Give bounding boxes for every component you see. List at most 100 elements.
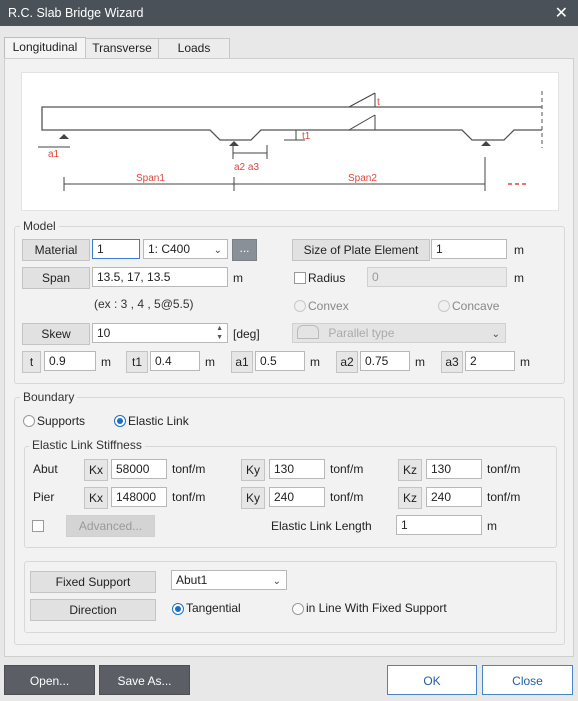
concave-label: Concave [452, 299, 500, 313]
t-dim-label: t [377, 97, 380, 108]
elastic-link-radio[interactable] [114, 415, 126, 427]
abut-kx-input[interactable]: 58000 [111, 459, 167, 479]
parallel-type-select[interactable]: Parallel type ⌄ [292, 323, 506, 343]
boundary-group-title: Boundary [20, 390, 78, 404]
param-a3-unit: m [520, 355, 530, 369]
spinner-icon[interactable]: ▲ ▼ [216, 324, 223, 342]
chevron-down-icon: ⌄ [491, 329, 500, 340]
param-a3-label: a3 [441, 351, 463, 373]
a1-dim-label: a1 [48, 149, 60, 160]
param-a2-label: a2 [336, 351, 358, 373]
pier-kz-label: Kz [398, 487, 422, 509]
radius-input[interactable]: 0 [367, 267, 507, 287]
pier-ky-label: Ky [241, 487, 265, 509]
radius-label: Radius [308, 271, 346, 285]
abut-label: Abut [33, 462, 58, 476]
open-button[interactable]: Open... [4, 665, 95, 695]
pier-ky-input[interactable]: 240 [269, 487, 325, 507]
param-t1-label: t1 [126, 351, 148, 373]
abut-kx-label: Kx [84, 459, 108, 481]
title-bar: R.C. Slab Bridge Wizard ✕ [0, 0, 578, 26]
pier-kx-unit: tonf/m [172, 490, 206, 504]
concave-radio[interactable] [438, 300, 450, 312]
plate-size-unit: m [514, 243, 524, 257]
t1-dim-label: t1 [302, 131, 311, 142]
pier-label: Pier [33, 490, 55, 504]
span-hint: (ex : 3 , 4 , 5@5.5) [94, 297, 194, 311]
close-button[interactable]: Close [482, 665, 573, 695]
fixed-support-button[interactable]: Fixed Support [30, 571, 156, 593]
param-a1-unit: m [310, 355, 320, 369]
tab-loads[interactable]: Loads [158, 38, 230, 58]
tab-transverse[interactable]: Transverse [85, 38, 159, 58]
span-unit: m [233, 271, 243, 285]
bridge-diagram: t t1 a1 a2 a3 Span1 Span2 [21, 72, 559, 211]
link-length-label: Elastic Link Length [271, 519, 372, 533]
param-t1-unit: m [205, 355, 215, 369]
abut-kx-unit: tonf/m [172, 462, 206, 476]
span-button[interactable]: Span [22, 267, 90, 289]
elastic-link-label: Elastic Link [128, 414, 189, 428]
ok-button[interactable]: OK [387, 665, 477, 695]
param-t-unit: m [101, 355, 111, 369]
supports-label: Supports [37, 414, 86, 428]
material-id-input[interactable]: 1 [92, 239, 140, 259]
link-length-input[interactable]: 1 [396, 515, 482, 535]
skew-unit: [deg] [233, 327, 260, 341]
chevron-down-icon: ⌄ [213, 245, 222, 256]
plate-size-input[interactable]: 1 [431, 239, 507, 259]
model-group-title: Model [20, 219, 59, 233]
skew-value: 10 [97, 326, 111, 340]
span2-label: Span2 [348, 173, 377, 184]
pier-kz-unit: tonf/m [487, 490, 521, 504]
span-input[interactable]: 13.5, 17, 13.5 [92, 267, 228, 287]
abut-kz-unit: tonf/m [487, 462, 521, 476]
in-line-radio[interactable] [292, 603, 304, 615]
in-line-label: in Line With Fixed Support [306, 601, 447, 615]
fixed-support-value: Abut1 [176, 573, 208, 587]
abut-kz-input[interactable]: 130 [426, 459, 482, 479]
pier-kx-label: Kx [84, 487, 108, 509]
link-length-unit: m [487, 519, 497, 533]
pier-kx-input[interactable]: 148000 [111, 487, 167, 507]
tangential-label: Tangential [186, 601, 241, 615]
radius-unit: m [514, 271, 524, 285]
direction-button[interactable]: Direction [30, 599, 156, 621]
convex-radio[interactable] [294, 300, 306, 312]
skew-button[interactable]: Skew [22, 323, 90, 345]
advanced-checkbox[interactable] [32, 520, 44, 532]
plate-size-button[interactable]: Size of Plate Element [292, 239, 430, 261]
param-t-input[interactable]: 0.9 [44, 351, 96, 371]
param-a3-input[interactable]: 2 [465, 351, 515, 371]
tab-longitudinal[interactable]: Longitudinal [4, 37, 86, 59]
parallel-type-icon [297, 325, 319, 339]
material-button[interactable]: Material [22, 239, 90, 261]
radius-checkbox[interactable] [294, 272, 306, 284]
chevron-down-icon: ⌄ [272, 576, 281, 587]
save-as-button[interactable]: Save As... [99, 665, 190, 695]
advanced-button[interactable]: Advanced... [66, 515, 155, 537]
param-t-label: t [22, 351, 41, 373]
material-select[interactable]: 1: C400 ⌄ [143, 239, 228, 259]
pier-ky-unit: tonf/m [330, 490, 364, 504]
window-title: R.C. Slab Bridge Wizard [8, 6, 144, 20]
pier-kz-input[interactable]: 240 [426, 487, 482, 507]
skew-input[interactable]: 10 ▲ ▼ [92, 323, 228, 343]
supports-radio[interactable] [23, 415, 35, 427]
abut-ky-unit: tonf/m [330, 462, 364, 476]
tangential-radio[interactable] [172, 603, 184, 615]
param-a1-input[interactable]: 0.5 [255, 351, 305, 371]
a2a3-dim-label: a2 a3 [234, 162, 259, 173]
material-more-button[interactable]: ... [232, 239, 257, 261]
fixed-support-select[interactable]: Abut1 ⌄ [171, 570, 287, 590]
abut-kz-label: Kz [398, 459, 422, 481]
span1-label: Span1 [136, 173, 165, 184]
param-a2-input[interactable]: 0.75 [360, 351, 410, 371]
close-icon[interactable]: ✕ [555, 3, 568, 23]
stiffness-group-title: Elastic Link Stiffness [29, 438, 145, 452]
param-a2-unit: m [415, 355, 425, 369]
material-select-value: 1: C400 [148, 242, 191, 256]
abut-ky-label: Ky [241, 459, 265, 481]
param-t1-input[interactable]: 0.4 [150, 351, 200, 371]
abut-ky-input[interactable]: 130 [269, 459, 325, 479]
